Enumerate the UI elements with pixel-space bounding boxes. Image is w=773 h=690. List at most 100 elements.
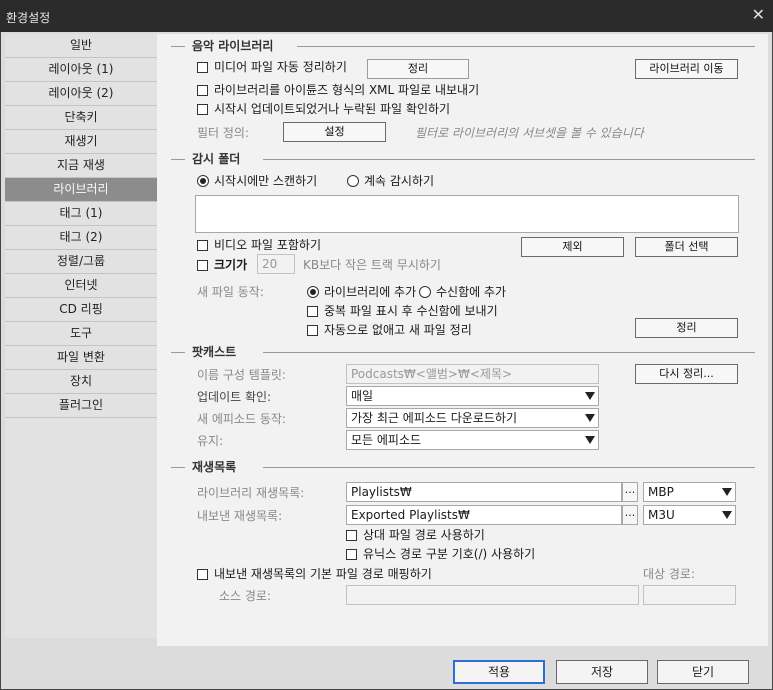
- exported-playlists-input[interactable]: Exported Playlists₩: [346, 505, 622, 525]
- watch-organize-button[interactable]: 정리: [635, 318, 738, 338]
- sidebar-item-layout-2[interactable]: 레이아웃 (2): [5, 82, 157, 106]
- move-library-button[interactable]: 라이브러리 이동: [635, 59, 738, 79]
- section-divider: [263, 467, 755, 468]
- sidebar-item-tags-1[interactable]: 태그 (1): [5, 202, 157, 226]
- target-path-input[interactable]: [643, 585, 736, 605]
- relative-paths-checkbox[interactable]: [346, 530, 357, 541]
- min-size-input[interactable]: 20: [257, 254, 295, 274]
- dropdown-arrow-icon: [722, 511, 732, 519]
- min-size-checkbox[interactable]: [197, 260, 208, 271]
- section-divider: [263, 352, 755, 353]
- sidebar-item-cd-ripping[interactable]: CD 리핑: [5, 298, 157, 322]
- select-folder-button[interactable]: 폴더 선택: [635, 237, 738, 257]
- watch-folder-list[interactable]: [195, 195, 739, 233]
- map-base-path-checkbox[interactable]: [197, 569, 208, 580]
- map-base-path-label: 내보낸 재생목록의 기본 파일 경로 매핑하기: [214, 567, 432, 581]
- sidebar-item-general[interactable]: 일반: [5, 34, 157, 58]
- section-divider: [171, 46, 185, 47]
- export-xml-checkbox[interactable]: [197, 85, 208, 96]
- add-to-inbox-label: 수신함에 추가: [436, 285, 507, 299]
- close-button[interactable]: 닫기: [657, 660, 749, 684]
- settings-panel: 음악 라이브러리 미디어 파일 자동 정리하기 정리 라이브러리 이동 라이브러…: [157, 34, 768, 646]
- filter-label: 필터 정의:: [197, 126, 250, 140]
- sidebar-item-devices[interactable]: 장치: [5, 370, 157, 394]
- export-format-select[interactable]: M3U: [643, 505, 736, 525]
- close-icon[interactable]: ✕: [752, 5, 765, 25]
- dropdown-arrow-icon: [585, 436, 595, 444]
- source-path-input[interactable]: [346, 585, 639, 605]
- apply-button[interactable]: 적용: [453, 660, 545, 684]
- sidebar-item-plugins[interactable]: 플러그인: [5, 394, 157, 418]
- dialog-footer: 적용 저장 닫기: [1, 646, 772, 689]
- save-button[interactable]: 저장: [556, 660, 648, 684]
- keep-select[interactable]: 모든 에피소드: [346, 430, 599, 450]
- add-to-library-radio[interactable]: [307, 286, 319, 298]
- library-playlists-input[interactable]: Playlists₩: [346, 482, 622, 502]
- keep-value: 모든 에피소드: [351, 433, 422, 447]
- send-duplicates-label: 중복 파일 표시 후 수신함에 보내기: [324, 304, 498, 318]
- export-format-value: M3U: [648, 508, 675, 522]
- sidebar-item-sort-group[interactable]: 정렬/그룹: [5, 250, 157, 274]
- preferences-window: 일반 레이아웃 (1) 레이아웃 (2) 단축키 재생기 지금 재생 라이브러리…: [1, 32, 772, 689]
- include-video-checkbox[interactable]: [197, 240, 208, 251]
- organize-button[interactable]: 정리: [367, 59, 469, 79]
- sidebar-item-now-playing[interactable]: 지금 재생: [5, 154, 157, 178]
- auto-remove-checkbox[interactable]: [307, 325, 318, 336]
- exported-playlists-label: 내보낸 재생목록:: [197, 509, 283, 523]
- dropdown-arrow-icon: [585, 392, 595, 400]
- music-library-heading: 음악 라이브러리: [192, 39, 274, 53]
- unix-separator-label: 유닉스 경로 구분 기호(/) 사용하기: [363, 547, 536, 561]
- send-duplicates-checkbox[interactable]: [307, 306, 318, 317]
- watch-folders-heading: 감시 폴더: [192, 152, 241, 166]
- new-episode-select[interactable]: 가장 최근 에피소드 다운로드하기: [346, 408, 599, 428]
- reorganize-button[interactable]: 다시 정리...: [635, 364, 738, 384]
- continuous-watch-label: 계속 감시하기: [364, 174, 435, 188]
- scan-on-start-label: 시작시에만 스캔하기: [214, 174, 318, 188]
- naming-template-label: 이름 구성 템플릿:: [197, 368, 286, 382]
- auto-remove-label: 자동으로 없애고 새 파일 정리: [324, 323, 472, 337]
- sidebar-item-tools[interactable]: 도구: [5, 322, 157, 346]
- music-library-section: 음악 라이브러리: [171, 38, 755, 54]
- remove-folder-button[interactable]: 제외: [521, 237, 624, 257]
- dropdown-arrow-icon: [722, 488, 732, 496]
- sidebar-item-tags-2[interactable]: 태그 (2): [5, 226, 157, 250]
- unix-separator-checkbox[interactable]: [346, 549, 357, 560]
- sidebar-item-player[interactable]: 재생기: [5, 130, 157, 154]
- library-format-select[interactable]: MBP: [643, 482, 736, 502]
- podcasts-section: 팟캐스트: [171, 344, 755, 360]
- export-xml-label: 라이브러리를 아이튠즈 형식의 XML 파일로 내보내기: [214, 83, 480, 97]
- sidebar-item-file-converter[interactable]: 파일 변환: [5, 346, 157, 370]
- library-format-value: MBP: [648, 485, 674, 499]
- update-check-label: 업데이트 확인:: [197, 390, 272, 404]
- section-divider: [171, 159, 185, 160]
- auto-organize-label: 미디어 파일 자동 정리하기: [214, 60, 347, 74]
- sidebar-item-library[interactable]: 라이브러리: [5, 178, 157, 202]
- keep-label: 유지:: [197, 434, 224, 448]
- continuous-watch-radio[interactable]: [347, 175, 359, 187]
- filter-settings-button[interactable]: 설정: [283, 122, 386, 142]
- min-size-suffix: KB보다 작은 트랙 무시하기: [303, 258, 441, 272]
- check-on-start-checkbox[interactable]: [197, 104, 208, 115]
- scan-on-start-radio[interactable]: [197, 175, 209, 187]
- sidebar-item-layout-1[interactable]: 레이아웃 (1): [5, 58, 157, 82]
- check-on-start-label: 시작시 업데이트되었거나 누락된 파일 확인하기: [214, 102, 451, 116]
- add-to-library-label: 라이브러리에 추가: [324, 285, 417, 299]
- exported-playlists-browse-button[interactable]: ...: [622, 505, 638, 525]
- section-divider: [171, 352, 185, 353]
- relative-paths-label: 상대 파일 경로 사용하기: [363, 528, 485, 542]
- update-check-value: 매일: [351, 389, 374, 403]
- section-divider: [171, 467, 185, 468]
- source-path-label: 소스 경로:: [219, 589, 272, 603]
- filter-hint: 필터로 라이브러리의 서브셋을 볼 수 있습니다: [415, 126, 644, 140]
- add-to-inbox-radio[interactable]: [419, 286, 431, 298]
- naming-template-input[interactable]: Podcasts₩<앨범>₩<제목>: [346, 364, 599, 384]
- library-playlists-browse-button[interactable]: ...: [622, 482, 638, 502]
- sidebar-item-hotkeys[interactable]: 단축키: [5, 106, 157, 130]
- new-episode-label: 새 에피소드 동작:: [197, 412, 286, 426]
- sidebar-item-internet[interactable]: 인터넷: [5, 274, 157, 298]
- watch-folders-section: 감시 폴더: [171, 151, 755, 167]
- min-size-label: 크기가: [214, 258, 248, 272]
- auto-organize-checkbox[interactable]: [197, 62, 208, 73]
- dropdown-arrow-icon: [585, 414, 595, 422]
- update-check-select[interactable]: 매일: [346, 386, 599, 406]
